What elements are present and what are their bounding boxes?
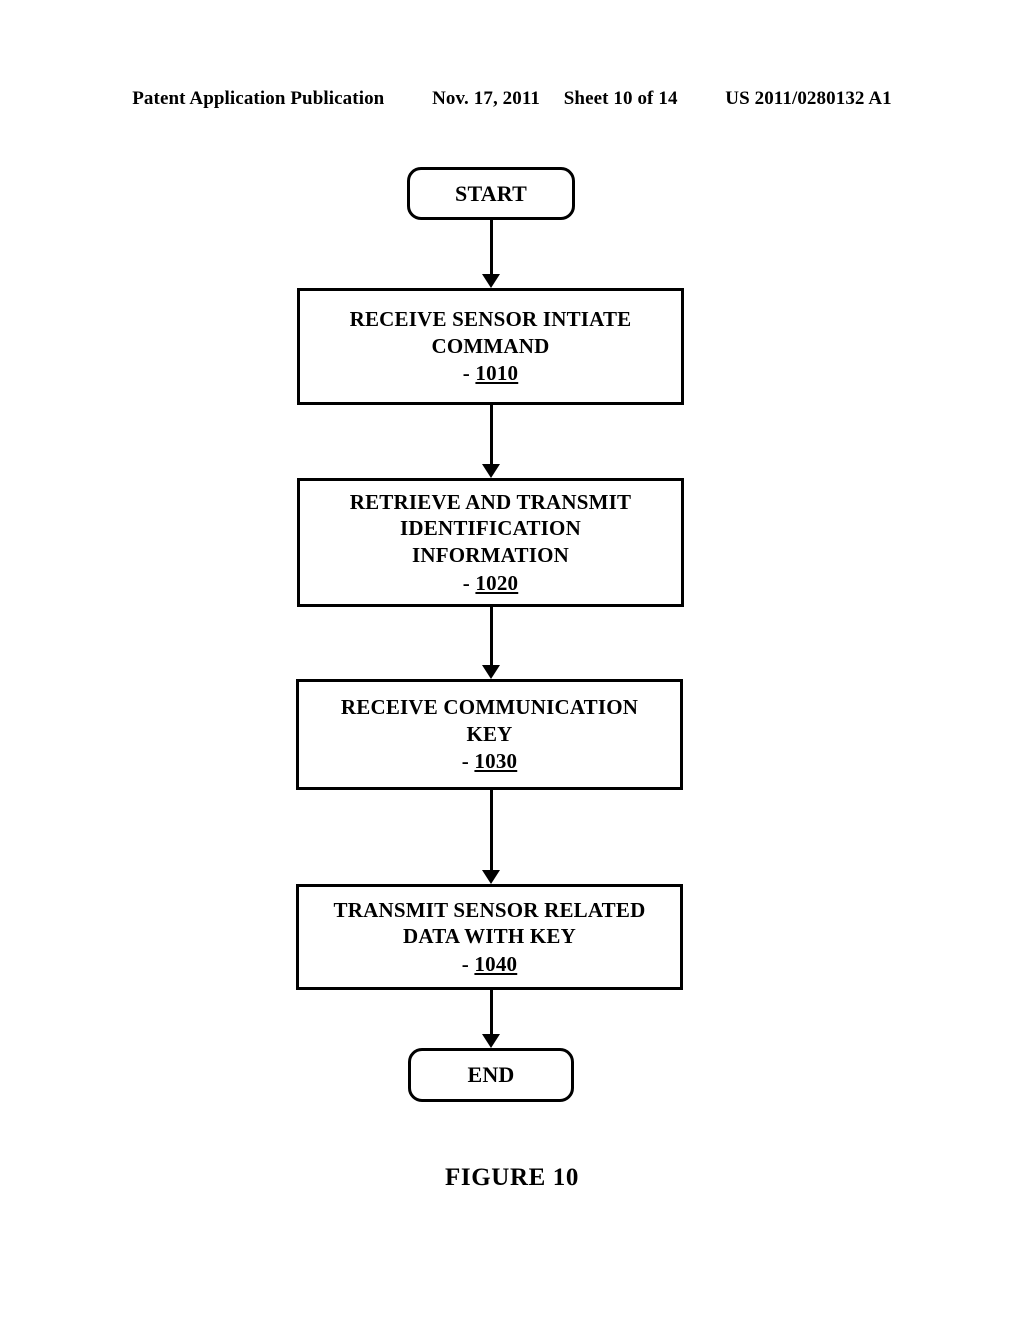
flow-node-1020-line-0: RETRIEVE AND TRANSMIT [349,489,632,514]
flow-node-step-1020: RETRIEVE AND TRANSMIT IDENTIFICATION INF… [297,478,684,607]
flow-node-1010-refnum: - 1010 [463,360,518,387]
refnum-dash: - [462,361,476,386]
flow-node-1020-line-2: INFORMATION [412,543,569,567]
refnum-dash: - [462,570,476,595]
flow-node-1010-line-0: RECEIVE SENSOR INTIATE [349,307,632,332]
connector-shaft [489,405,493,465]
refnum-value: 1020 [475,570,519,595]
figure-caption: FIGURE 10 [445,1164,579,1191]
connector-shaft [489,607,493,666]
connector-shaft [489,790,493,871]
refnum-dash: - [461,951,475,976]
refnum-value: 1010 [475,361,519,386]
refnum-value: 1040 [474,951,518,976]
flow-node-1030-refnum: - 1030 [462,748,517,775]
flow-node-end: END [408,1048,574,1102]
flow-node-start: START [407,167,575,220]
flow-node-1040-line-1: DATA WITH KEY [403,924,576,949]
flow-node-1030-line-1: KEY [466,721,513,746]
flow-node-step-1010: RECEIVE SENSOR INTIATE COMMAND - 1010 [297,288,684,405]
flow-node-start-line-0: START [455,180,527,206]
flow-node-1010-line-1: COMMAND [431,333,550,358]
flow-node-1020-line-1: IDENTIFICATION [400,516,581,541]
connector-shaft [489,990,493,1035]
flow-node-1040-line-0: TRANSMIT SENSOR RELATED [333,897,646,922]
flowchart-diagram: START RECEIVE SENSOR INTIATE COMMAND - 1… [0,0,1024,1320]
refnum-dash: - [461,749,475,774]
flow-node-step-1040: TRANSMIT SENSOR RELATED DATA WITH KEY - … [296,884,683,990]
arrowhead-icon [482,274,500,288]
arrowhead-icon [482,665,500,679]
flow-node-1030-line-0: RECEIVE COMMUNICATION [340,695,639,720]
patent-figure-page: Patent Application Publication Nov. 17, … [0,0,1024,1320]
flow-node-1040-refnum: - 1040 [462,951,517,978]
arrowhead-icon [482,464,500,478]
flow-node-1020-refnum: - 1020 [463,570,518,597]
arrowhead-icon [482,1034,500,1048]
flow-node-end-line-0: END [467,1062,515,1088]
refnum-value: 1030 [474,749,518,774]
arrowhead-icon [482,870,500,884]
connector-shaft [489,220,493,275]
flow-node-step-1030: RECEIVE COMMUNICATION KEY - 1030 [296,679,683,790]
